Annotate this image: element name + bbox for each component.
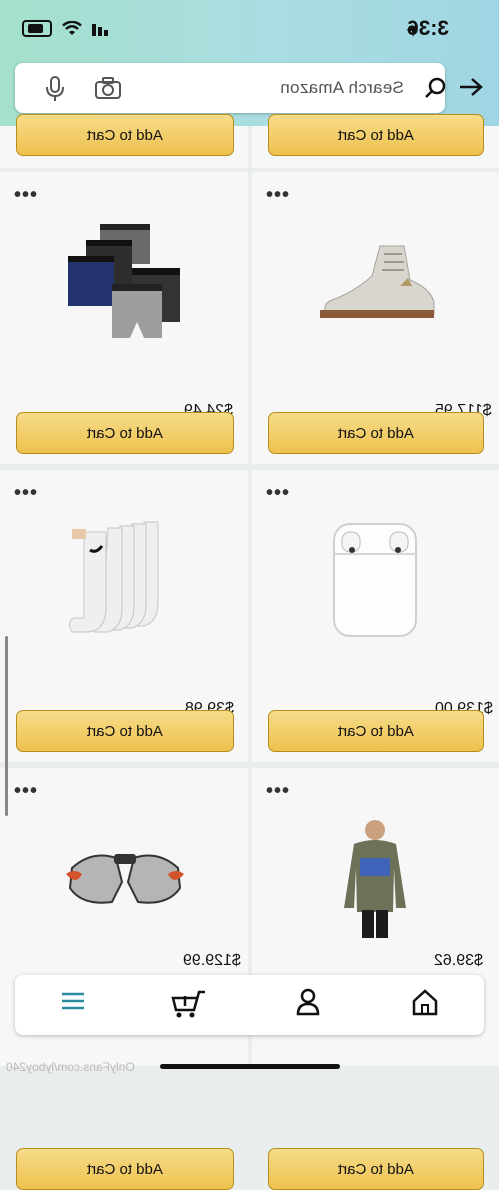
product-card[interactable]: ••• $39.98 Add to Cart xyxy=(0,470,248,762)
socks-image xyxy=(68,521,159,633)
airpods-case-image xyxy=(333,523,417,637)
wifi-icon xyxy=(62,20,82,35)
search-input[interactable]: Search Amazon xyxy=(280,78,404,98)
product-grid: Add to Cart Add to Cart ••• $24.49 Add t… xyxy=(0,114,499,1190)
product-card[interactable]: ••• $117.95 Add to Cart xyxy=(252,172,499,464)
product-card[interactable]: ••• $139.00 Add to Cart xyxy=(252,470,499,762)
arrow-right-icon[interactable] xyxy=(458,76,484,98)
more-options-icon[interactable]: ••• xyxy=(266,185,290,205)
product-card-partial: Add to Cart xyxy=(252,114,499,168)
watermark: OnlyFans.com/lyboy240 xyxy=(6,1060,135,1074)
more-options-icon[interactable]: ••• xyxy=(14,483,38,503)
battery-icon xyxy=(22,20,52,37)
add-to-cart-button[interactable]: Add to Cart xyxy=(268,710,484,752)
cart-icon[interactable] xyxy=(171,989,207,1019)
signal-icon xyxy=(92,23,108,36)
search-icon[interactable] xyxy=(425,77,447,99)
mic-icon[interactable] xyxy=(45,76,65,102)
menu-icon[interactable] xyxy=(60,990,86,1012)
add-to-cart-button[interactable]: Add to Cart xyxy=(16,114,234,156)
add-to-cart-button[interactable]: Add to Cart xyxy=(16,412,234,454)
add-to-cart-button[interactable]: Add to Cart xyxy=(268,1148,484,1190)
product-card[interactable]: ••• $24.49 Add to Cart xyxy=(0,172,248,464)
add-to-cart-button[interactable]: Add to Cart xyxy=(16,1148,234,1190)
wrestling-shoe-image xyxy=(320,245,435,318)
product-price: $39.62 xyxy=(434,952,483,969)
more-options-icon[interactable]: ••• xyxy=(266,483,290,503)
account-icon[interactable] xyxy=(296,988,320,1016)
boxer-briefs-image xyxy=(68,224,180,338)
more-options-icon[interactable]: ••• xyxy=(14,781,38,801)
product-price: $129.99 xyxy=(183,952,241,969)
product-card-partial: Add to Cart xyxy=(0,114,248,168)
home-indicator[interactable] xyxy=(160,1064,340,1069)
search-bar[interactable]: Search Amazon xyxy=(15,63,447,113)
shoulder-pads-image xyxy=(66,854,184,904)
more-options-icon[interactable]: ••• xyxy=(266,781,290,801)
header: 3:36 Search Amazon xyxy=(0,0,499,126)
sweatshirt-image xyxy=(344,820,406,938)
more-options-icon[interactable]: ••• xyxy=(14,185,38,205)
camera-icon[interactable] xyxy=(94,77,122,99)
bottom-nav xyxy=(15,975,484,1035)
home-icon[interactable] xyxy=(411,988,439,1016)
add-to-cart-button[interactable]: Add to Cart xyxy=(16,710,234,752)
status-time: 3:36 xyxy=(407,17,450,40)
status-icons xyxy=(22,20,112,37)
add-to-cart-button[interactable]: Add to Cart xyxy=(268,412,484,454)
scrollbar[interactable] xyxy=(5,636,8,816)
add-to-cart-button[interactable]: Add to Cart xyxy=(268,114,484,156)
